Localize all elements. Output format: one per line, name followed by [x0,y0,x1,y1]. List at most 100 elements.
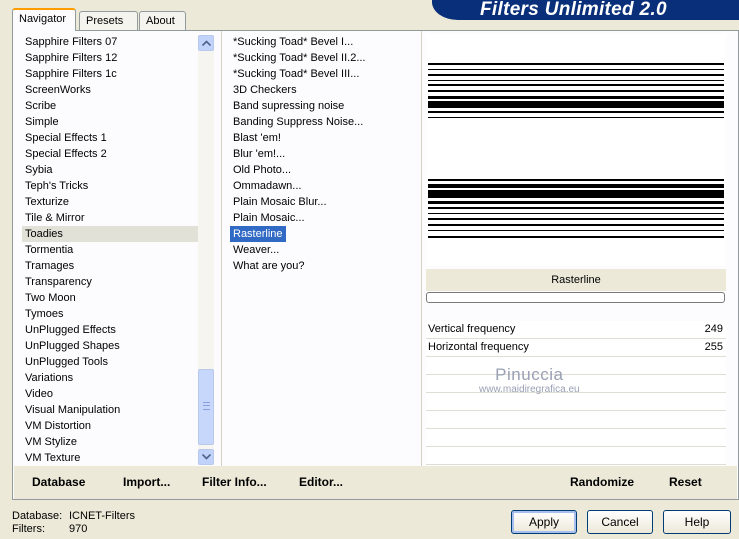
parameter-value[interactable]: 249 [705,321,723,338]
preview-stripe [428,179,724,181]
filter-name-label: Rasterline [426,269,726,291]
category-list[interactable]: Sapphire Filters 07 Sapphire Filters 12 Sa… [22,34,207,466]
category-item[interactable]: VM Distortion [22,418,207,434]
filter-info-button[interactable]: Filter Info... [202,475,267,489]
category-item[interactable]: Variations [22,370,207,386]
filter-item[interactable]: Weaver... [230,242,420,258]
help-button[interactable]: Help [663,510,731,534]
category-item[interactable]: UnPlugged Effects [22,322,207,338]
scroll-down-button[interactable] [198,449,214,465]
chevron-down-icon [202,454,211,460]
parameter-row[interactable]: Horizontal frequency 255 [426,339,726,357]
import-button[interactable]: Import... [123,475,170,489]
preview-stripe [428,236,724,238]
category-item[interactable]: Sapphire Filters 12 [22,50,207,66]
category-item[interactable]: Sybia [22,162,207,178]
category-item[interactable]: Tile & Mirror [22,210,207,226]
category-item[interactable]: Transparency [22,274,207,290]
filter-list[interactable]: *Sucking Toad* Bevel I... *Sucking Toad* … [230,34,420,464]
filter-item[interactable]: What are you? [230,258,420,274]
watermark-name: Pinuccia [495,365,564,384]
parameter-row-empty [426,429,726,447]
editor-button[interactable]: Editor... [299,475,343,489]
filter-item[interactable]: Plain Mosaic... [230,210,420,226]
filter-item[interactable]: *Sucking Toad* Bevel II.2... [230,50,420,66]
category-item[interactable]: Video [22,386,207,402]
category-item[interactable]: Texturize [22,194,207,210]
filter-item[interactable]: Blast 'em! [230,130,420,146]
filters-count-value: 970 [69,523,88,535]
database-info: Database: ICNET-Filters Filters: 970 [12,510,135,536]
parameter-row[interactable]: Vertical frequency 249 [426,321,726,339]
reset-button[interactable]: Reset [669,475,702,489]
filter-item[interactable]: Ommadawn... [230,178,420,194]
category-item[interactable]: Toadies [22,226,207,242]
category-item[interactable]: Tramages [22,258,207,274]
category-item[interactable]: ScreenWorks [22,82,207,98]
database-button[interactable]: Database [32,475,85,489]
category-item[interactable]: VM Stylize [22,434,207,450]
category-item[interactable]: Two Moon [22,290,207,306]
divider [421,31,422,466]
preview-stripe [428,80,724,81]
progress-bar [426,292,725,303]
parameter-label: Vertical frequency [428,323,516,335]
apply-button[interactable]: Apply [511,510,577,534]
grip-icon [203,402,210,410]
preview-stripe [428,74,724,76]
filter-item[interactable]: Banding Suppress Noise... [230,114,420,130]
filter-item[interactable]: *Sucking Toad* Bevel I... [230,34,420,50]
parameter-label: Horizontal frequency [428,341,529,353]
preview-stripe [428,96,724,99]
preview-image [426,34,726,266]
preview-stripe [428,207,724,209]
parameter-row-empty [426,447,726,465]
preview-stripe [428,101,724,108]
category-item[interactable]: Special Effects 2 [22,146,207,162]
category-item[interactable]: UnPlugged Shapes [22,338,207,354]
category-item[interactable]: Tormentia [22,242,207,258]
app-title: Filters Unlimited 2.0 [480,0,667,20]
scroll-thumb[interactable] [198,369,214,445]
tab-presets[interactable]: Presets [79,11,138,30]
filter-item[interactable]: Blur 'em!... [230,146,420,162]
preview-stripe [428,111,724,113]
category-item[interactable]: Teph's Tricks [22,178,207,194]
category-item[interactable]: Sapphire Filters 07 [22,34,207,50]
randomize-button[interactable]: Randomize [570,475,634,489]
category-item[interactable]: Tymoes [22,306,207,322]
parameter-value[interactable]: 255 [705,339,723,356]
filter-item[interactable]: Plain Mosaic Blur... [230,194,420,210]
cancel-button[interactable]: Cancel [587,510,653,534]
category-item[interactable]: Scribe [22,98,207,114]
category-item[interactable]: Sapphire Filters 1c [22,66,207,82]
parameter-row-empty [426,411,726,429]
watermark: Pinuccia www.maidiregrafica.eu [479,365,580,395]
filter-item[interactable]: 3D Checkers [230,82,420,98]
preview-stripe [428,63,724,65]
preview-stripe [428,184,724,188]
category-item[interactable]: Visual Manipulation [22,402,207,418]
filter-item[interactable]: Band supressing noise [230,98,420,114]
category-item[interactable]: UnPlugged Tools [22,354,207,370]
category-item[interactable]: VM Texture [22,450,207,466]
chevron-up-icon [202,40,211,46]
filters-count-label: Filters: [12,523,45,535]
tab-navigator[interactable]: Navigator [12,8,76,31]
parameter-row-empty [426,393,726,411]
tab-about[interactable]: About [139,11,186,30]
filter-item[interactable]: *Sucking Toad* Bevel III... [230,66,420,82]
category-item[interactable]: Simple [22,114,207,130]
scroll-up-button[interactable] [198,35,214,51]
preview-stripe [428,117,724,118]
preview-stripe [428,224,724,226]
preview-stripe [428,90,724,92]
watermark-url: www.maidiregrafica.eu [479,384,580,395]
preview-stripe [428,84,724,86]
filter-item[interactable]: Rasterline [230,226,286,242]
filter-item[interactable]: Old Photo... [230,162,420,178]
category-item[interactable]: Special Effects 1 [22,130,207,146]
category-scrollbar[interactable] [198,35,214,465]
app-banner: Filters Unlimited 2.0 [432,0,739,20]
navigator-panel: Sapphire Filters 07 Sapphire Filters 12 Sa… [12,30,739,500]
